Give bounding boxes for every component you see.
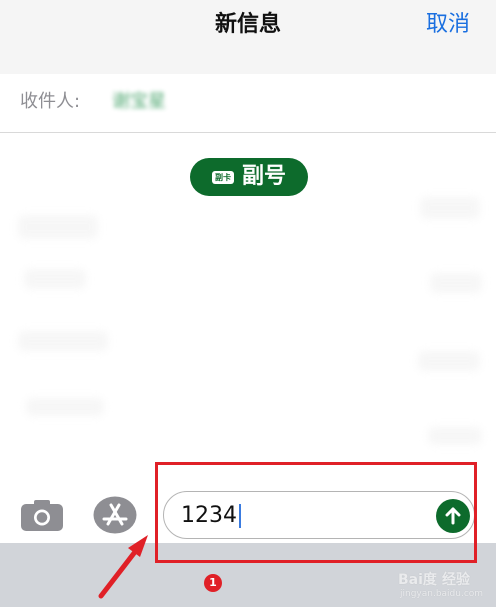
blurred-background-block [24, 269, 86, 289]
recipient-name[interactable]: 谢宝星 [112, 90, 166, 114]
message-input[interactable]: 1234 [163, 491, 475, 539]
blurred-background-block [428, 427, 482, 445]
cancel-button[interactable]: 取消 [426, 8, 470, 42]
page-title: 新信息 [214, 12, 281, 37]
blurred-background-block [418, 351, 480, 371]
watermark-brand: Bai度 [398, 572, 437, 588]
step-badge: 1 [204, 574, 222, 592]
text-caret [239, 504, 241, 528]
watermark-label: 经验 [442, 572, 470, 588]
message-area: 副卡 副号 [0, 133, 496, 543]
watermark: Bai度 经验 jingyan.baidu.com [396, 571, 488, 603]
camera-icon [21, 500, 63, 531]
blurred-background-block [18, 331, 108, 351]
watermark-url: jingyan.baidu.com [400, 589, 484, 599]
appstore-button[interactable] [92, 495, 138, 535]
camera-button[interactable] [20, 498, 64, 532]
message-input-text: 1234 [181, 502, 241, 530]
blurred-background-block [18, 215, 98, 239]
recipient-label: 收件人: [20, 91, 81, 112]
blurred-background-block [430, 273, 482, 293]
blurred-background-block [420, 197, 480, 219]
sim-card-icon: 副卡 [211, 170, 234, 184]
sim-selector-chip[interactable]: 副卡 副号 [190, 158, 308, 196]
send-button[interactable] [436, 499, 470, 533]
header-bar: 新信息 取消 [0, 0, 496, 74]
blurred-background-block [26, 398, 104, 416]
appstore-icon [93, 496, 137, 534]
sim-selector-label: 副号 [241, 164, 286, 189]
recipient-row[interactable]: 收件人: 谢宝星 [0, 74, 496, 133]
send-arrow-icon [445, 507, 461, 525]
